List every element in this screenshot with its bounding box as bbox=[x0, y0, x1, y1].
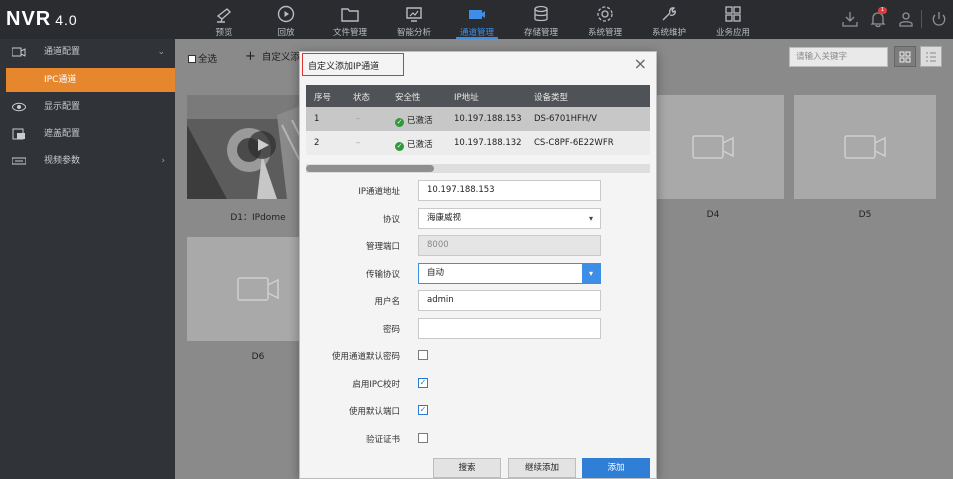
grid-icon bbox=[899, 51, 911, 63]
top-bar: NVR 4.0 预览 回放 文件管理 智能分析 通道管理 存储管理 系统管理 系统… bbox=[0, 0, 953, 39]
channel-card-label: D5 bbox=[858, 210, 872, 220]
nav-business-apps[interactable]: 业务应用 bbox=[702, 2, 764, 39]
form-row-password: 密码 bbox=[300, 318, 656, 340]
scrollbar-thumb[interactable] bbox=[306, 165, 434, 172]
form-row-ipc-time: 启用IPC校时 ✓ bbox=[352, 378, 428, 390]
password-input[interactable] bbox=[418, 318, 601, 339]
ipc-time-sync-checkbox[interactable]: ✓ bbox=[418, 378, 428, 388]
plus-icon: + bbox=[245, 49, 256, 64]
management-port-input[interactable]: 8000 bbox=[418, 235, 601, 256]
close-icon[interactable]: × bbox=[634, 56, 647, 72]
grid-view-button[interactable] bbox=[894, 46, 916, 67]
sidebar: 通道配置 ⌄ IPC通道 显示配置 遮盖配置 视频参数 › bbox=[0, 39, 176, 479]
apps-icon bbox=[725, 6, 741, 22]
checkbox-icon bbox=[188, 55, 196, 63]
select-all-checkbox[interactable]: 全选 bbox=[188, 51, 217, 65]
protocol-select[interactable]: 海康威视 ▾ bbox=[418, 208, 601, 229]
ip-address-input[interactable]: 10.197.188.153 bbox=[418, 180, 601, 201]
device-table: 序号 状态 安全性 IP地址 设备类型 1 – ✓ 已激活 10.197.188.… bbox=[306, 85, 650, 155]
camera-placeholder-icon bbox=[692, 135, 734, 159]
channel-config-icon bbox=[12, 47, 26, 57]
highlight-box bbox=[302, 53, 404, 76]
search-input[interactable]: 请输入关键字 bbox=[789, 47, 888, 67]
channel-card-d5[interactable] bbox=[794, 95, 936, 199]
sidebar-item-display-config[interactable]: 显示配置 bbox=[0, 94, 175, 120]
add-custom-button[interactable]: + 自定义添 bbox=[245, 49, 300, 64]
nav-system-management[interactable]: 系统管理 bbox=[574, 2, 636, 39]
form-row-username: 用户名 admin bbox=[300, 290, 656, 312]
camera-icon bbox=[216, 8, 232, 23]
username-input[interactable]: admin bbox=[418, 290, 601, 311]
channel-card-label: D4 bbox=[706, 210, 720, 220]
form-row-protocol: 协议 海康威视 ▾ bbox=[300, 208, 656, 230]
app-logo: NVR 4.0 bbox=[6, 8, 78, 30]
add-button[interactable]: 添加 bbox=[582, 458, 650, 478]
nav-channel-management[interactable]: 通道管理 bbox=[446, 2, 508, 39]
nav-file-management[interactable]: 文件管理 bbox=[319, 2, 381, 39]
nav-storage-management[interactable]: 存储管理 bbox=[510, 2, 572, 39]
continue-add-button[interactable]: 继续添加 bbox=[508, 458, 576, 478]
list-icon bbox=[926, 52, 936, 62]
camera-placeholder-icon bbox=[237, 277, 279, 301]
power-icon[interactable] bbox=[930, 10, 948, 28]
folder-icon bbox=[341, 8, 359, 22]
table-header: 序号 状态 安全性 IP地址 设备类型 bbox=[306, 85, 650, 107]
add-ip-channel-dialog: 自定义添加IP通道 × 序号 状态 安全性 IP地址 设备类型 1 – ✓ 已激活… bbox=[299, 51, 657, 479]
form-row-verify-cert: 验证证书 bbox=[300, 428, 656, 450]
sidebar-item-video-params[interactable]: 视频参数 › bbox=[0, 148, 175, 174]
video-params-icon bbox=[12, 157, 26, 165]
dialog-header: 自定义添加IP通道 × bbox=[300, 52, 656, 78]
search-button[interactable]: 搜索 bbox=[433, 458, 501, 478]
gear-icon bbox=[597, 6, 613, 22]
form-row-transport: 传输协议 自动 ▾ bbox=[300, 263, 656, 285]
form-row-ip: IP通道地址 10.197.188.153 bbox=[300, 180, 656, 202]
channel-card-d4[interactable] bbox=[642, 95, 784, 199]
mask-icon bbox=[12, 128, 25, 140]
form-row-port: 管理端口 8000 bbox=[300, 235, 656, 257]
form-row-default-port: 使用默认端口 ✓ bbox=[348, 405, 428, 417]
nav-preview[interactable]: 预览 bbox=[193, 2, 255, 39]
analysis-icon bbox=[406, 7, 422, 22]
table-row[interactable]: 2 – ✓ 已激活 10.197.188.132 CS-C8PF-6E22WFR bbox=[306, 131, 650, 155]
nav-smart-analysis[interactable]: 智能分析 bbox=[383, 2, 445, 39]
chevron-right-icon: › bbox=[161, 156, 165, 166]
divider bbox=[921, 10, 922, 28]
camera-placeholder-icon bbox=[844, 135, 886, 159]
table-scrollbar[interactable] bbox=[306, 164, 650, 173]
transport-protocol-select[interactable]: 自动 ▾ bbox=[418, 263, 601, 284]
chevron-down-icon: ▾ bbox=[588, 214, 593, 223]
nav-playback[interactable]: 回放 bbox=[255, 2, 317, 39]
storage-icon bbox=[534, 5, 548, 22]
default-password-checkbox[interactable] bbox=[418, 350, 428, 360]
nav-system-maintenance[interactable]: 系统维护 bbox=[638, 2, 700, 39]
check-icon: ✓ bbox=[395, 142, 404, 151]
list-view-button[interactable] bbox=[920, 46, 942, 67]
playback-icon bbox=[277, 5, 295, 23]
channel-icon bbox=[469, 10, 485, 19]
sidebar-item-mask-config[interactable]: 遮盖配置 bbox=[0, 121, 175, 147]
form-row-default-password: 使用通道默认密码 bbox=[300, 345, 656, 367]
chevron-down-icon: ⌄ bbox=[157, 47, 165, 57]
sidebar-item-ipc-channel[interactable]: IPC通道 bbox=[6, 68, 176, 92]
chevron-down-icon: ▾ bbox=[582, 264, 600, 283]
wrench-icon bbox=[662, 7, 676, 21]
default-port-checkbox[interactable]: ✓ bbox=[418, 405, 428, 415]
notification-badge: 1 bbox=[878, 7, 887, 14]
sidebar-item-channel-config[interactable]: 通道配置 ⌄ bbox=[0, 39, 175, 65]
check-icon: ✓ bbox=[395, 118, 404, 127]
verify-certificate-checkbox[interactable] bbox=[418, 433, 428, 443]
eye-icon bbox=[12, 102, 26, 112]
user-icon[interactable] bbox=[897, 10, 915, 28]
download-icon[interactable] bbox=[841, 10, 859, 28]
table-row[interactable]: 1 – ✓ 已激活 10.197.188.153 DS-6701HFH/V bbox=[306, 107, 650, 131]
